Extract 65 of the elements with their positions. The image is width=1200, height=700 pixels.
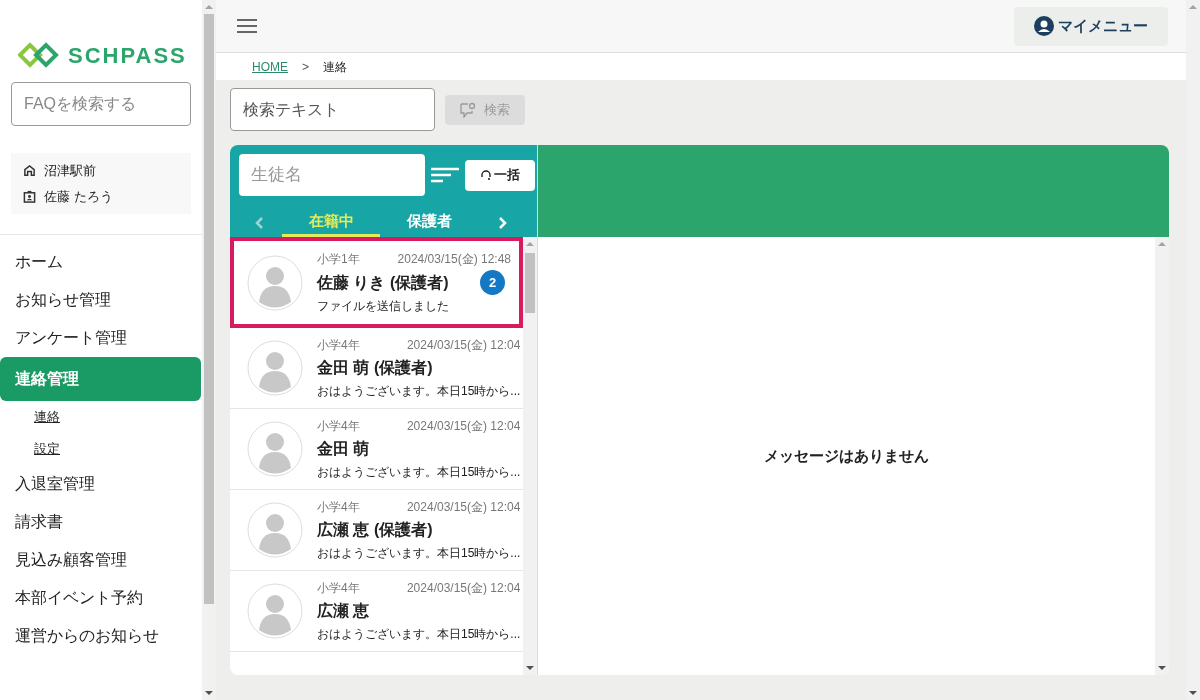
user-name: 佐藤 たろう: [44, 187, 113, 206]
scrollbar-thumb[interactable]: [204, 14, 214, 604]
contact-name: 佐藤 りき (保護者): [317, 272, 449, 293]
contact-name: 広瀬 恵: [317, 601, 370, 621]
conversation-item[interactable]: 小学1年 2024/03/15(金) 12:48 佐藤 りき (保護者) 2 ファイルを送信しました: [230, 237, 523, 328]
breadcrumb-link[interactable]: HOME: [252, 57, 288, 76]
my-menu-button[interactable]: マイメニュー: [1014, 6, 1168, 46]
avatar-icon: [247, 583, 303, 639]
scrollbar[interactable]: [523, 237, 537, 675]
user-icon: [1034, 16, 1054, 36]
timestamp: 2024/03/15(金) 12:04: [406, 337, 521, 354]
sidebar-item[interactable]: 請求書: [0, 503, 202, 541]
school-name: 沼津駅前: [44, 162, 96, 180]
chevron-left-icon[interactable]: [254, 215, 264, 230]
avatar-icon: [247, 340, 303, 396]
grade-label: 小学4年: [317, 337, 360, 354]
sort-icon[interactable]: [431, 167, 459, 183]
sidebar-item[interactable]: 連絡管理: [0, 357, 201, 401]
sidebar-subitem[interactable]: 設定: [34, 439, 60, 459]
grade-label: 小学4年: [317, 418, 360, 435]
breadcrumb-separator: >: [302, 58, 309, 76]
scrollbar[interactable]: [1186, 0, 1200, 700]
message-preview: おはようございます。本日15時から...: [317, 545, 521, 562]
timestamp: 2024/03/15(金) 12:04: [406, 418, 521, 435]
home-icon: [23, 164, 36, 178]
message-preview: おはようございます。本日15時から...: [317, 464, 521, 481]
empty-message: メッセージはありません: [764, 445, 929, 466]
sidebar-item[interactable]: お知らせ管理: [0, 281, 202, 319]
grade-label: 小学1年: [317, 251, 360, 268]
logo-icon: [18, 41, 60, 69]
contact-name: 金田 萌: [317, 439, 370, 459]
grade-label: 小学4年: [317, 580, 360, 597]
avatar-icon: [247, 502, 303, 558]
unread-badge: 2: [480, 270, 505, 295]
scrollbar[interactable]: [1155, 237, 1169, 675]
contact-name: 金田 萌 (保護者): [317, 358, 433, 378]
timestamp: 2024/03/15(金) 12:04: [406, 580, 521, 597]
headset-icon: [480, 169, 492, 181]
avatar-icon: [247, 421, 303, 477]
bulk-button[interactable]: 一括: [465, 159, 535, 191]
contact-name: 広瀬 恵 (保護者): [317, 520, 433, 540]
message-preview: おはようございます。本日15時から...: [317, 626, 521, 643]
grade-label: 小学4年: [317, 499, 360, 516]
scrollbar[interactable]: [202, 0, 216, 700]
breadcrumb-current: 連絡: [323, 58, 347, 76]
chevron-right-icon[interactable]: [498, 215, 508, 230]
sidebar-subitem[interactable]: 連絡: [34, 407, 60, 427]
id-badge-icon: [23, 189, 36, 203]
menu-icon[interactable]: [236, 18, 258, 34]
sidebar-item[interactable]: ホーム: [0, 243, 202, 281]
student-name-field[interactable]: 生徒名: [239, 154, 425, 196]
logo-text: SCHPASS: [68, 41, 187, 70]
avatar-icon: [247, 254, 303, 311]
sidebar-item[interactable]: 入退室管理: [0, 465, 202, 503]
chat-search-icon: [460, 101, 476, 118]
sidebar-item[interactable]: アンケート管理: [0, 319, 202, 357]
sidebar-item[interactable]: 本部イベント予約: [0, 579, 202, 617]
sidebar-item[interactable]: 運営からのお知らせ: [0, 617, 202, 655]
message-preview: おはようございます。本日15時から...: [317, 383, 521, 400]
faq-search-field[interactable]: FAQを検索する: [11, 82, 191, 126]
timestamp: 2024/03/15(金) 12:48: [397, 251, 511, 268]
message-preview: ファイルを送信しました: [317, 298, 450, 315]
sidebar-item[interactable]: 見込み顧客管理: [0, 541, 202, 579]
timestamp: 2024/03/15(金) 12:04: [406, 499, 521, 516]
scrollbar-thumb[interactable]: [525, 253, 535, 313]
